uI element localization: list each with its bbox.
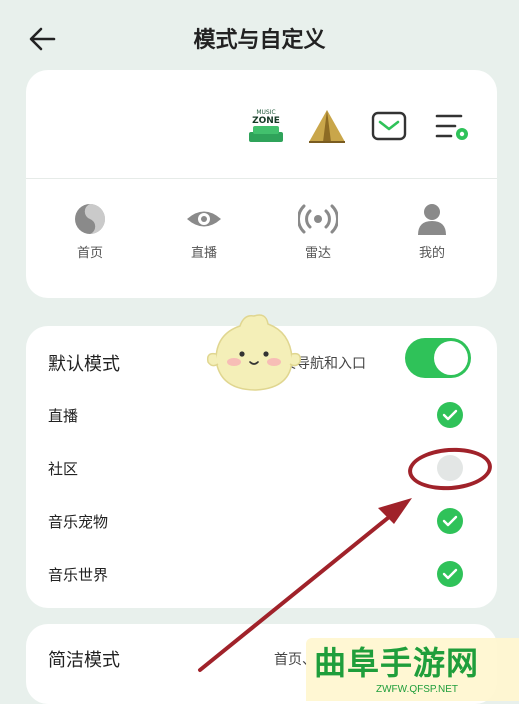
watermark-title: 曲阜手游网 [314,644,480,682]
watermark-url: ZWFW.QFSP.NET [376,684,459,695]
watermark: 曲阜手游网 ZWFW.QFSP.NET [306,638,519,701]
annotation-arrow-icon [198,498,412,672]
